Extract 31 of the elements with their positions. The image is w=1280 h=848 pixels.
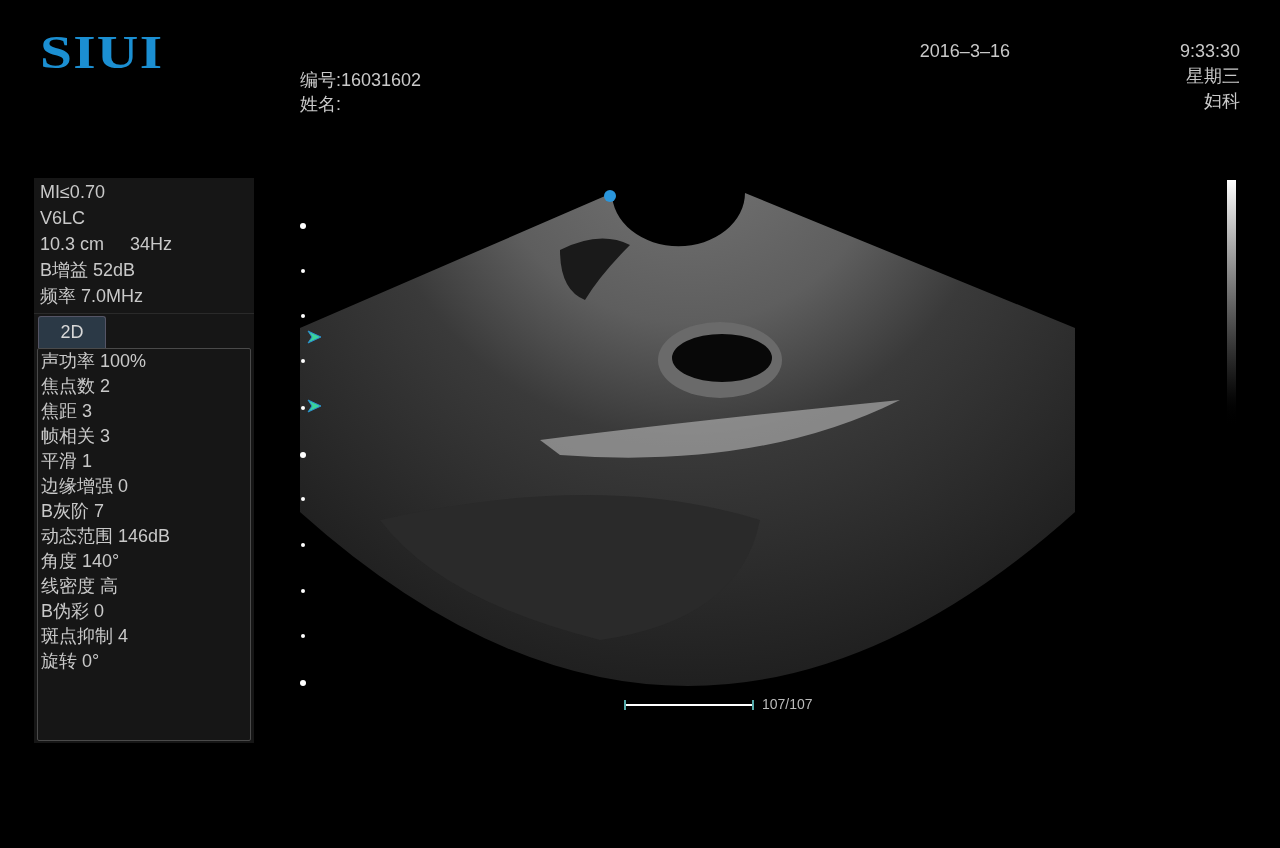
weekday-text: 星期三 bbox=[1186, 65, 1240, 88]
cine-frame-counter: 107/107 bbox=[762, 695, 813, 714]
depth-value: 10.3 cm bbox=[40, 233, 105, 256]
parameter-item: 边缘增强 0 bbox=[41, 475, 129, 498]
time-text: 9:33:30 bbox=[1179, 40, 1240, 63]
focus-marker-icon bbox=[307, 399, 322, 413]
frame-rate: 34Hz bbox=[130, 233, 173, 256]
probe-model: V6LC bbox=[40, 207, 87, 230]
parameter-item: 帧相关 3 bbox=[41, 425, 111, 448]
patient-name-label: 姓名: bbox=[300, 93, 342, 116]
parameter-item: B灰阶 7 bbox=[41, 500, 106, 523]
parameter-item: 旋转 0° bbox=[41, 650, 101, 673]
mode-tab[interactable]: 2D bbox=[38, 316, 106, 348]
parameter-item: 声功率 100% bbox=[41, 350, 148, 373]
parameter-item: 焦点数 2 bbox=[41, 375, 111, 398]
focus-marker-icon bbox=[307, 330, 322, 344]
parameter-item: B伪彩 0 bbox=[41, 600, 106, 623]
patient-id: 编号:16031602 bbox=[300, 69, 422, 92]
mechanical-index: MI≤0.70 bbox=[40, 181, 106, 204]
parameter-item: 线密度 高 bbox=[41, 575, 119, 598]
gain-value: B增益 52dB bbox=[40, 259, 137, 282]
date-text: 2016–3–16 bbox=[919, 41, 1010, 61]
parameter-item: 角度 140° bbox=[41, 550, 121, 573]
parameter-item: 斑点抑制 4 bbox=[41, 625, 129, 648]
department-text: 妇科 bbox=[1204, 90, 1240, 113]
orientation-marker-icon bbox=[604, 190, 616, 202]
brand-logo: SIUI bbox=[40, 30, 164, 76]
frequency-value: 频率 7.0MHz bbox=[40, 285, 145, 308]
parameter-item: 动态范围 146dB bbox=[41, 525, 172, 548]
parameter-item: 焦距 3 bbox=[41, 400, 93, 423]
parameter-item: 平滑 1 bbox=[41, 450, 93, 473]
